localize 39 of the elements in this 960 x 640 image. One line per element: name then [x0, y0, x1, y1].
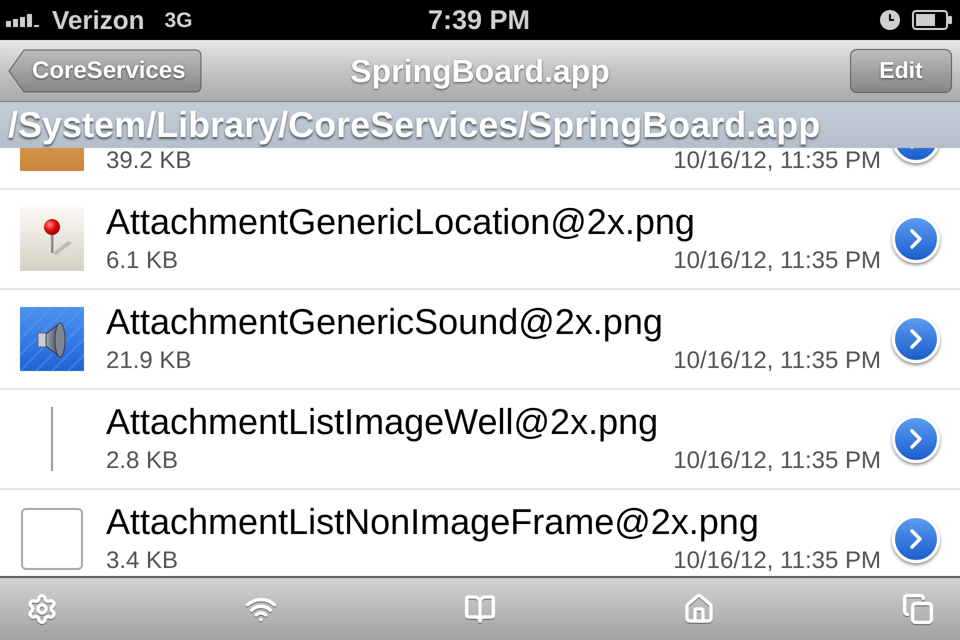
file-size: 6.1 KB: [106, 247, 178, 275]
modified-date: 10/16/12, 11:35 PM: [673, 347, 881, 375]
signal-bars-icon: [6, 13, 40, 27]
carrier-name: Verizon: [52, 7, 144, 33]
home-icon[interactable]: [683, 593, 715, 625]
disclosure-button[interactable]: [892, 215, 940, 263]
speaker-icon: [20, 307, 84, 371]
disclosure-button[interactable]: [892, 415, 940, 463]
file-name: AttachmentGenericSound@2x.png: [106, 302, 663, 342]
thin-line-icon: [51, 407, 53, 471]
modified-date: 10/16/12, 11:35 PM: [673, 247, 881, 275]
chevron-icon: [910, 529, 922, 549]
nav-title: SpringBoard.app: [349, 52, 611, 91]
clock-icon: [880, 10, 900, 30]
frame-icon: [21, 508, 83, 570]
path-text: /System/Library/CoreServices/SpringBoard.app: [8, 107, 820, 143]
modified-date: 10/16/12, 11:35 PM: [673, 447, 881, 475]
file-size: 2.8 KB: [106, 447, 178, 475]
status-time: 7:39 PM: [428, 6, 530, 34]
modified-date: 10/16/12, 11:35 PM: [673, 547, 881, 575]
disclosure-button[interactable]: [892, 315, 940, 363]
settings-icon[interactable]: [26, 593, 58, 625]
disclosure-button[interactable]: [892, 515, 940, 563]
battery-icon: [912, 10, 952, 30]
pushpin-icon: [20, 207, 84, 271]
file-name: AttachmentListImageWell@2x.png: [106, 402, 658, 442]
chevron-icon: [910, 229, 922, 249]
book-icon[interactable]: [464, 593, 496, 625]
file-name: AttachmentGenericLocation@2x.png: [106, 202, 695, 242]
chevron-icon: [910, 329, 922, 349]
file-size: 21.9 KB: [106, 347, 192, 375]
file-row[interactable]: 39.2 KB 10/16/12, 11:35 PM: [0, 148, 960, 190]
file-name: AttachmentListNonImageFrame@2x.png: [106, 502, 759, 542]
copy-icon[interactable]: [902, 593, 934, 625]
network-type: 3G: [164, 10, 192, 30]
file-size: 39.2 KB: [106, 148, 192, 175]
file-size: 3.4 KB: [106, 547, 178, 575]
modified-date: 10/16/12, 11:35 PM: [673, 148, 881, 175]
chevron-icon: [910, 429, 922, 449]
